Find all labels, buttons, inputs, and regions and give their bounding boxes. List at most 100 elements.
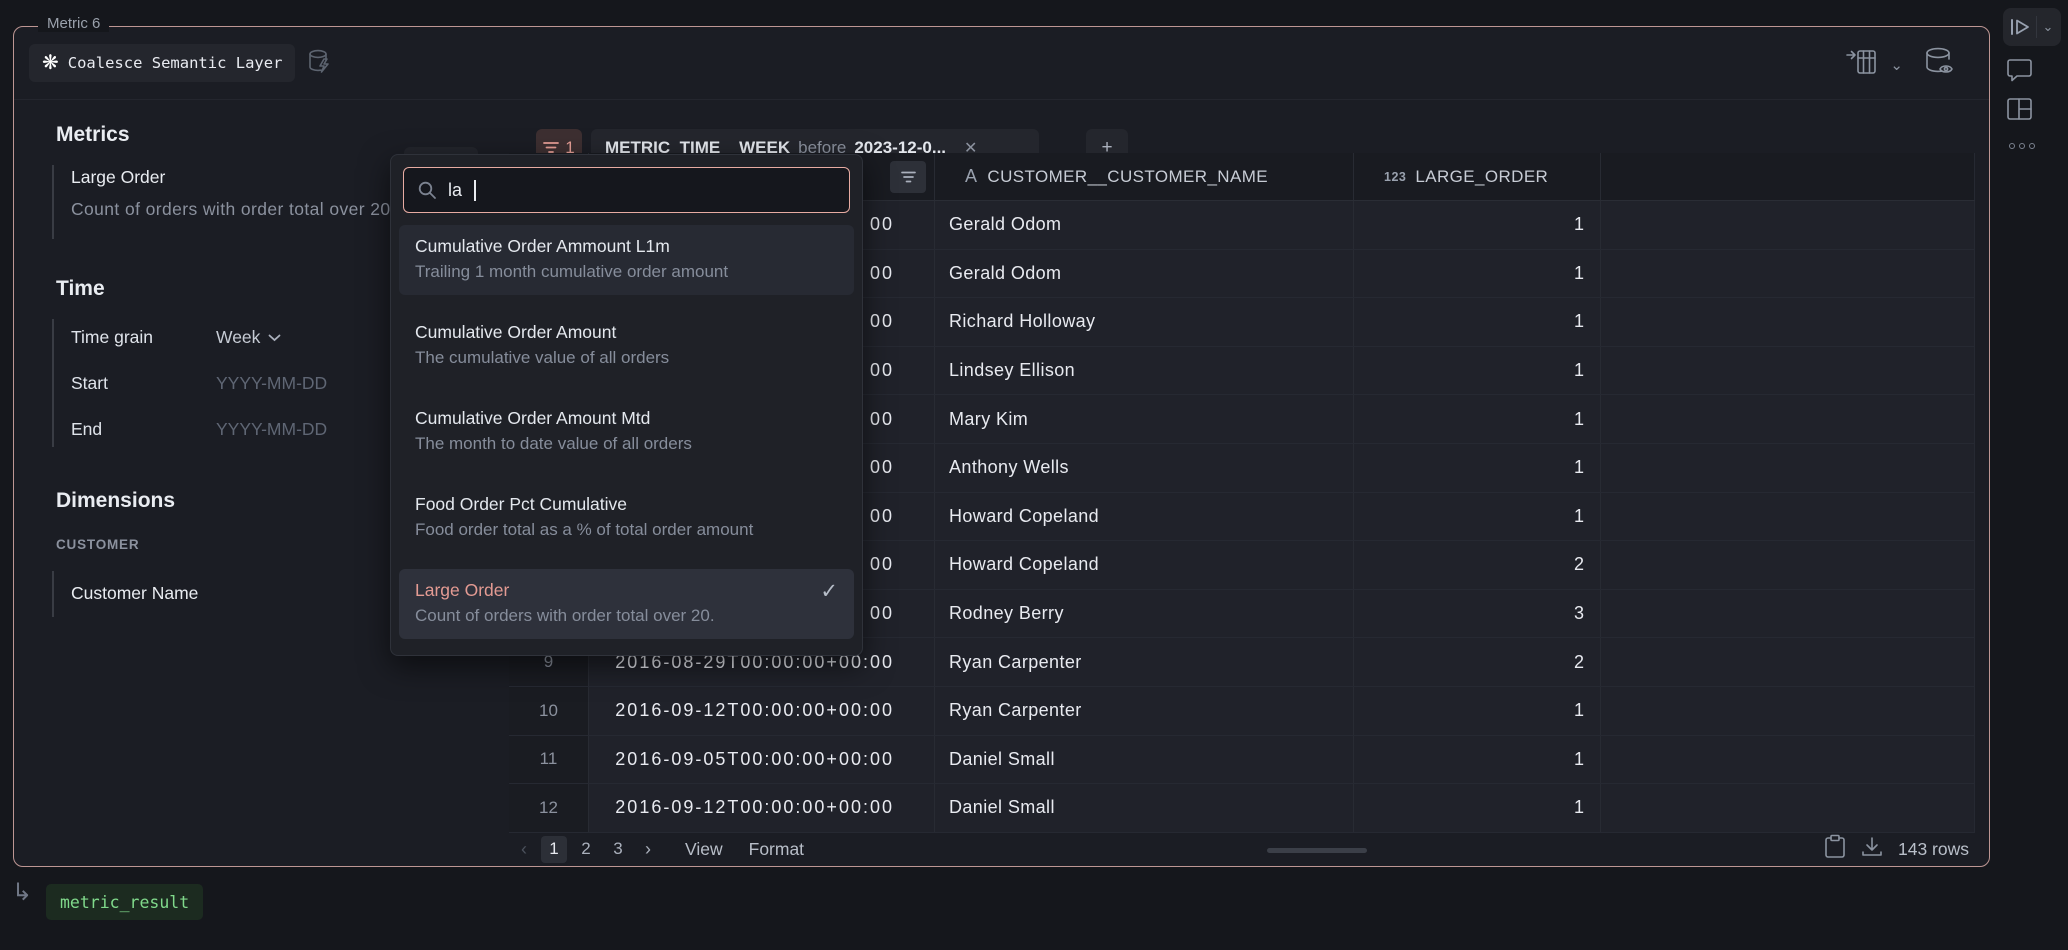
semantic-layer-chip[interactable]: ❋ Coalesce Semantic Layer: [29, 44, 295, 82]
cell-large-order[interactable]: 1: [1354, 395, 1601, 443]
page-button-3[interactable]: 3: [605, 836, 631, 863]
row-number: 12: [509, 784, 589, 832]
copy-icon[interactable]: [1824, 834, 1846, 864]
text-caret: [474, 180, 476, 201]
cell-customer-name[interactable]: Daniel Small: [935, 736, 1354, 784]
cell-large-order[interactable]: 3: [1354, 590, 1601, 638]
cell-customer-name[interactable]: Mary Kim: [935, 395, 1354, 443]
column-filter-button[interactable]: [890, 161, 926, 193]
metric-option[interactable]: Cumulative Order Amount Mtd The month to…: [399, 397, 854, 467]
time-grain-select[interactable]: Week: [216, 327, 281, 348]
metric-option[interactable]: Cumulative Order Amount The cumulative v…: [399, 311, 854, 381]
dimension-tree-line: [52, 571, 54, 617]
row-count-label: 143 rows: [1898, 839, 1969, 860]
output-variable-chip[interactable]: metric_result: [46, 884, 203, 920]
metric-option[interactable]: Food Order Pct Cumulative Food order tot…: [399, 483, 854, 553]
search-input[interactable]: la: [403, 167, 850, 213]
column-header-customer-name[interactable]: A CUSTOMER__CUSTOMER_NAME: [935, 153, 1354, 200]
metrics-heading: Metrics: [56, 123, 130, 147]
cell-metric-time[interactable]: 2016-09-12T00:00:00+00:00: [589, 784, 935, 832]
output-arrow-icon: ↳: [12, 878, 32, 907]
table-footer: ‹ 1 2 3 › View Format 143 rows: [509, 833, 1975, 865]
comment-icon[interactable]: [2006, 57, 2033, 88]
start-label: Start: [71, 373, 108, 394]
metric-tree-line: [52, 165, 54, 239]
cell-large-order[interactable]: 1: [1354, 201, 1601, 249]
cell-customer-name[interactable]: Richard Holloway: [935, 298, 1354, 346]
cell-customer-name[interactable]: Daniel Small: [935, 784, 1354, 832]
end-date-input[interactable]: YYYY-MM-DD: [216, 419, 327, 440]
metric-option-title: Food Order Pct Cumulative: [415, 491, 844, 517]
empty-column-header: [1601, 153, 1975, 200]
metric-option-description: The month to date value of all orders: [415, 431, 844, 457]
metric-option[interactable]: Cumulative Order Ammount L1m Trailing 1 …: [399, 225, 854, 295]
layout-icon[interactable]: [2006, 97, 2033, 126]
cell-large-order[interactable]: 1: [1354, 493, 1601, 541]
filter-icon: [901, 171, 916, 183]
cell-customer-name[interactable]: Rodney Berry: [935, 590, 1354, 638]
cell-empty: [1601, 541, 1975, 589]
cell-empty: [1601, 444, 1975, 492]
cell-large-order[interactable]: 1: [1354, 784, 1601, 832]
chevron-down-icon[interactable]: ⌄: [1890, 56, 1903, 74]
cell-empty: [1601, 687, 1975, 735]
run-options-chevron-icon[interactable]: ⌄: [2037, 19, 2059, 35]
start-date-input[interactable]: YYYY-MM-DD: [216, 373, 327, 394]
metric-option-title: Large Order: [415, 577, 844, 603]
cell-empty: [1601, 201, 1975, 249]
cell-large-order[interactable]: 1: [1354, 444, 1601, 492]
search-icon: [417, 180, 437, 200]
page-button-1[interactable]: 1: [541, 836, 567, 863]
view-menu[interactable]: View: [685, 839, 723, 860]
check-icon: ✓: [820, 579, 838, 604]
number-type-icon: 123: [1384, 170, 1406, 184]
column-header-large-order[interactable]: 123 LARGE_ORDER: [1354, 153, 1601, 200]
format-menu[interactable]: Format: [749, 839, 804, 860]
time-grain-value: Week: [216, 327, 260, 348]
metric-option-description: Count of orders with order total over 20…: [415, 603, 844, 629]
next-page-button[interactable]: ›: [637, 839, 659, 860]
cell-metric-time[interactable]: 2016-09-05T00:00:00+00:00: [589, 736, 935, 784]
cell-customer-name[interactable]: Gerald Odom: [935, 250, 1354, 298]
cell-customer-name[interactable]: Howard Copeland: [935, 493, 1354, 541]
cell-toolbar: ⌄: [1997, 0, 2068, 950]
cell-header: ❋ Coalesce Semantic Layer ⌄: [14, 27, 1989, 100]
cell-customer-name[interactable]: Anthony Wells: [935, 444, 1354, 492]
database-edit-icon[interactable]: [307, 47, 333, 80]
horizontal-scrollbar[interactable]: [1267, 848, 1367, 853]
cell-large-order[interactable]: 2: [1354, 638, 1601, 686]
dimension-item-customer-name[interactable]: Customer Name: [71, 583, 198, 604]
cell-empty: [1601, 347, 1975, 395]
pagination: ‹ 1 2 3 ›: [513, 836, 659, 863]
cell-metric-time[interactable]: 2016-09-12T00:00:00+00:00: [589, 687, 935, 735]
cell-customer-name[interactable]: Lindsey Ellison: [935, 347, 1354, 395]
more-options-icon[interactable]: [2009, 143, 2035, 149]
column-label: CUSTOMER__CUSTOMER_NAME: [987, 167, 1268, 187]
metric-option-title: Cumulative Order Ammount L1m: [415, 233, 844, 259]
cell-empty: [1601, 638, 1975, 686]
cell-customer-name[interactable]: Ryan Carpenter: [935, 687, 1354, 735]
row-number: 10: [509, 687, 589, 735]
table-row: 10 2016-09-12T00:00:00+00:00 Ryan Carpen…: [509, 687, 1975, 736]
cell-large-order[interactable]: 1: [1354, 736, 1601, 784]
dimensions-heading: Dimensions: [56, 489, 175, 513]
cell-customer-name[interactable]: Ryan Carpenter: [935, 638, 1354, 686]
cell-customer-name[interactable]: Gerald Odom: [935, 201, 1354, 249]
cell-large-order[interactable]: 2: [1354, 541, 1601, 589]
metric-option[interactable]: Large Order Count of orders with order t…: [399, 569, 854, 639]
cell-large-order[interactable]: 1: [1354, 250, 1601, 298]
metric-option-description: Food order total as a % of total order a…: [415, 517, 844, 543]
database-preview-icon[interactable]: [1923, 45, 1961, 84]
cell-large-order[interactable]: 1: [1354, 298, 1601, 346]
metric-option-title: Cumulative Order Amount Mtd: [415, 405, 844, 431]
prev-page-button[interactable]: ‹: [513, 839, 535, 860]
cell-large-order[interactable]: 1: [1354, 687, 1601, 735]
cell-customer-name[interactable]: Howard Copeland: [935, 541, 1354, 589]
cell-empty: [1601, 493, 1975, 541]
metric-item-title[interactable]: Large Order: [71, 167, 165, 188]
cell-large-order[interactable]: 1: [1354, 347, 1601, 395]
run-cell-button[interactable]: ⌄: [2003, 8, 2061, 46]
download-icon[interactable]: [1860, 835, 1884, 864]
insert-table-icon[interactable]: [1844, 47, 1878, 82]
page-button-2[interactable]: 2: [573, 836, 599, 863]
